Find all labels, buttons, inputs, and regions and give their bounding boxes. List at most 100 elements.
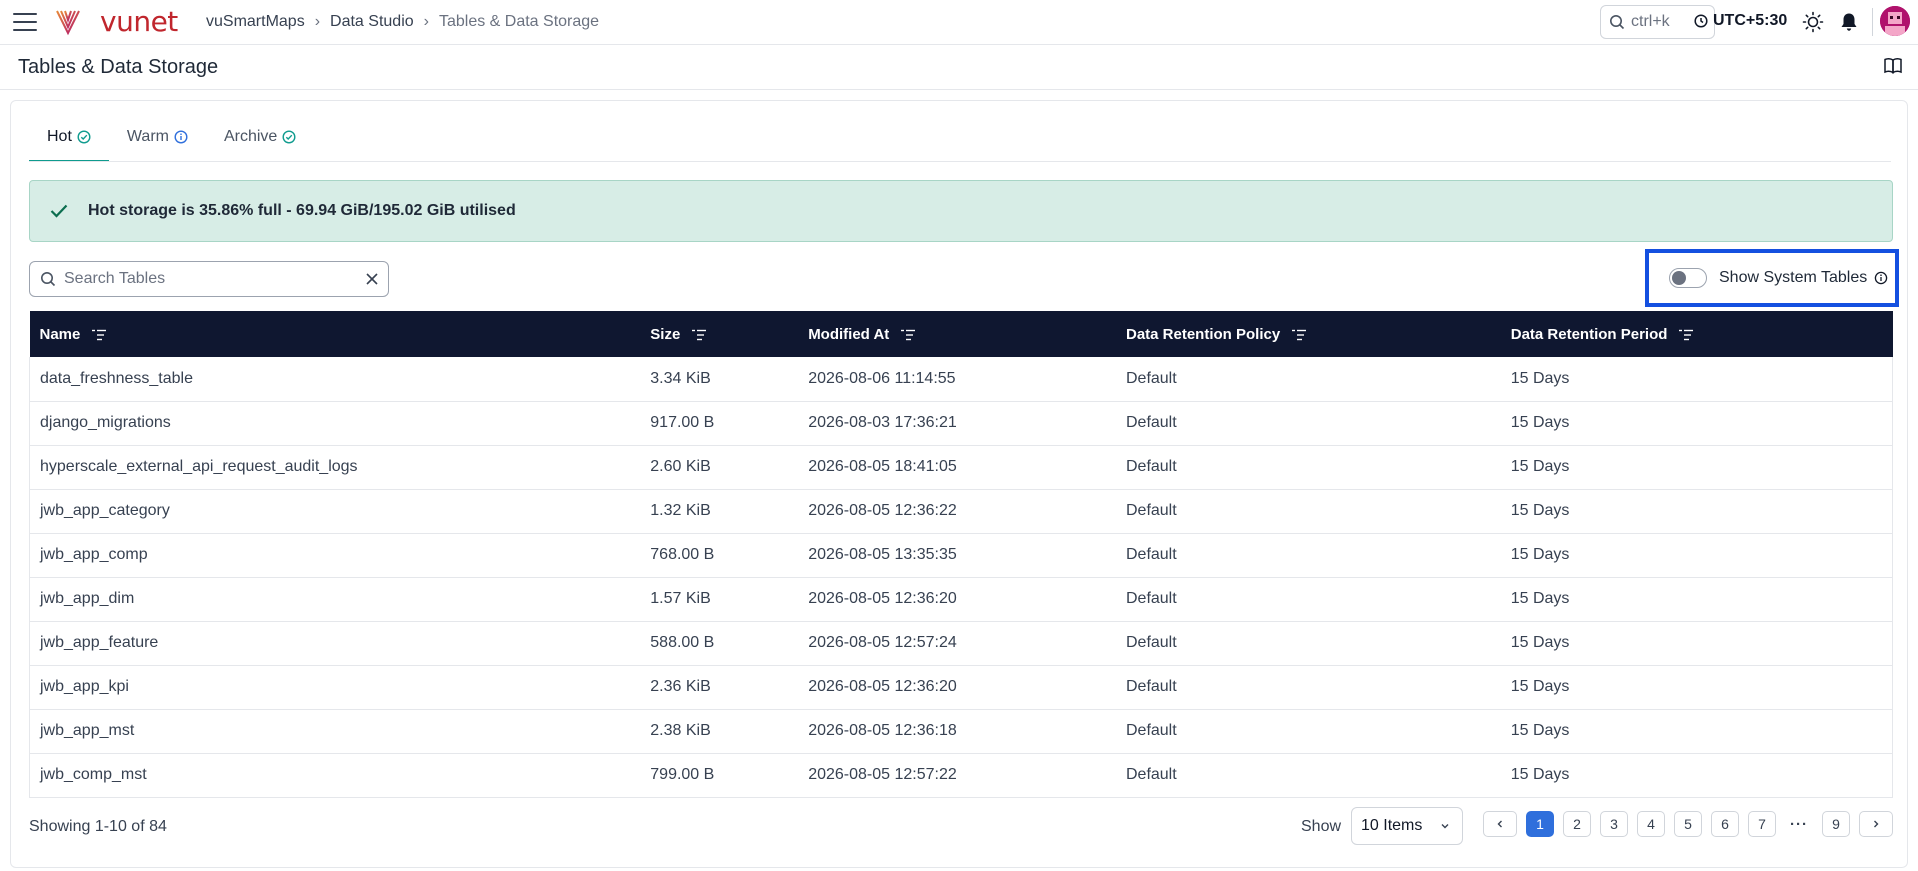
cell-name: jwb_app_category	[29, 489, 641, 534]
prev-page-button[interactable]	[1483, 811, 1517, 837]
hamburger-menu-icon[interactable]	[13, 13, 37, 31]
cell-name: hyperscale_external_api_request_audit_lo…	[29, 445, 641, 490]
sort-icon[interactable]	[692, 329, 707, 341]
showing-count: Showing 1-10 of 84	[29, 818, 167, 835]
column-header-label: Name	[39, 325, 81, 343]
pagination: 1 2 3 4 5 6 7 ··· 9	[1483, 811, 1902, 837]
column-header[interactable]: Modified At	[798, 311, 1116, 357]
show-system-tables-toggle[interactable]	[1669, 268, 1707, 288]
page-button-7[interactable]: 7	[1748, 811, 1776, 837]
cell-modified-at: 2026-08-03 17:36:21	[798, 401, 1116, 446]
cell-name: jwb_app_mst	[29, 709, 641, 754]
timezone-selector[interactable]: UTC+5:30	[1694, 12, 1787, 30]
table-row[interactable]: django_migrations 917.00 B 2026-08-03 17:3…	[29, 401, 1893, 446]
column-header[interactable]: Data Retention Policy	[1115, 311, 1501, 357]
chevron-down-icon	[1441, 824, 1449, 829]
chevron-right-icon	[1874, 820, 1879, 828]
tab-archive[interactable]: Archive	[206, 128, 314, 162]
column-header-label: Modified At	[808, 325, 890, 343]
sort-icon[interactable]	[901, 329, 916, 341]
avatar-icon	[1880, 6, 1910, 36]
close-icon[interactable]	[364, 271, 380, 287]
check-circle-icon	[77, 130, 91, 144]
bell-icon[interactable]	[1838, 11, 1860, 33]
info-icon[interactable]	[1874, 271, 1888, 285]
page-button-4[interactable]: 4	[1637, 811, 1665, 837]
search-shortcut-label: ctrl+k	[1631, 13, 1670, 30]
search-icon	[41, 272, 56, 287]
cell-modified-at: 2026-08-05 12:57:24	[798, 621, 1116, 666]
page-button-5[interactable]: 5	[1674, 811, 1702, 837]
sun-icon[interactable]	[1802, 11, 1824, 33]
sort-icon[interactable]	[1679, 329, 1694, 341]
cell-size: 588.00 B	[640, 621, 799, 666]
cell-retention-policy: Default	[1115, 357, 1501, 402]
clock-icon	[1694, 14, 1708, 28]
cell-size: 1.57 KiB	[640, 577, 799, 622]
page-button-1[interactable]: 1	[1526, 811, 1554, 837]
cell-retention-period: 15 Days	[1500, 621, 1893, 666]
column-header[interactable]: Name	[29, 311, 641, 357]
cell-retention-policy: Default	[1115, 533, 1501, 578]
table-row[interactable]: data_freshness_table 3.34 KiB 2026-08-06 1…	[29, 357, 1893, 402]
sort-icon[interactable]	[1292, 329, 1307, 341]
cell-retention-policy: Default	[1115, 489, 1501, 534]
cell-name: jwb_app_dim	[29, 577, 641, 622]
cell-modified-at: 2026-08-05 12:36:22	[798, 489, 1116, 534]
check-icon	[50, 204, 68, 218]
cell-modified-at: 2026-08-05 12:36:18	[798, 709, 1116, 754]
cell-name: jwb_app_kpi	[29, 665, 641, 710]
column-header[interactable]: Size	[640, 311, 799, 357]
cell-size: 917.00 B	[640, 401, 799, 446]
user-avatar[interactable]	[1880, 6, 1910, 36]
cell-name: jwb_comp_mst	[29, 753, 641, 798]
vunet-logo-text: vunet	[100, 5, 178, 38]
cell-size: 799.00 B	[640, 753, 799, 798]
table-row[interactable]: jwb_app_category 1.32 KiB 2026-08-05 12:36…	[29, 489, 1893, 534]
breadcrumb-vusmartmaps[interactable]: vuSmartMaps	[206, 13, 305, 31]
next-page-button[interactable]	[1859, 811, 1893, 837]
cell-size: 768.00 B	[640, 533, 799, 578]
table-row[interactable]: jwb_app_mst 2.38 KiB 2026-08-05 12:36:18 De…	[29, 709, 1893, 754]
vunet-logo-icon	[56, 10, 80, 36]
tabs-underline	[29, 161, 1891, 162]
cell-size: 1.32 KiB	[640, 489, 799, 534]
tab-warm[interactable]: Warm	[109, 128, 206, 162]
storage-status-alert: Hot storage is 35.86% full - 69.94 GiB/1…	[29, 180, 1893, 242]
pagination-ellipsis: ···	[1790, 815, 1808, 833]
cell-modified-at: 2026-08-05 13:35:35	[798, 533, 1116, 578]
page-button-9[interactable]: 9	[1822, 811, 1850, 837]
column-header-label: Data Retention Period	[1510, 325, 1668, 343]
tables-table: Name Size Modified At Data Retention Policy…	[29, 311, 1893, 798]
tab-hot[interactable]: Hot	[29, 128, 109, 162]
page-button-3[interactable]: 3	[1600, 811, 1628, 837]
table-row[interactable]: jwb_app_kpi 2.36 KiB 2026-08-05 12:36:20 De…	[29, 665, 1893, 710]
cell-size: 2.60 KiB	[640, 445, 799, 490]
cell-name: jwb_app_comp	[29, 533, 641, 578]
table-row[interactable]: hyperscale_external_api_request_audit_lo…	[29, 445, 1893, 490]
column-header[interactable]: Data Retention Period	[1500, 311, 1893, 357]
chevron-left-icon	[1497, 820, 1502, 828]
show-system-tables-control: Show System Tables	[1645, 249, 1899, 307]
book-icon[interactable]	[1883, 57, 1903, 75]
table-row[interactable]: jwb_comp_mst 799.00 B 2026-08-05 12:57:22 D…	[29, 753, 1893, 798]
cell-modified-at: 2026-08-05 12:36:20	[798, 665, 1116, 710]
table-row[interactable]: jwb_app_feature 588.00 B 2026-08-05 12:57:…	[29, 621, 1893, 666]
show-label: Show	[1301, 818, 1342, 835]
cell-retention-period: 15 Days	[1500, 401, 1893, 446]
page-button-2[interactable]: 2	[1563, 811, 1591, 837]
cell-name: django_migrations	[29, 401, 641, 446]
cell-retention-policy: Default	[1115, 709, 1501, 754]
show-system-tables-label: Show System Tables	[1719, 269, 1868, 286]
breadcrumb-data-studio[interactable]: Data Studio	[330, 13, 414, 31]
search-tables-input[interactable]	[64, 270, 354, 288]
tab-archive-label: Archive	[223, 128, 278, 145]
cell-retention-period: 15 Days	[1500, 445, 1893, 490]
table-row[interactable]: jwb_app_dim 1.57 KiB 2026-08-05 12:36:20 De…	[29, 577, 1893, 622]
table-row[interactable]: jwb_app_comp 768.00 B 2026-08-05 13:35:35 D…	[29, 533, 1893, 578]
sort-icon[interactable]	[92, 329, 107, 341]
page-title: Tables & Data Storage	[18, 56, 219, 78]
timezone-label: UTC+5:30	[1713, 12, 1788, 29]
page-button-6[interactable]: 6	[1711, 811, 1739, 837]
items-per-page-select[interactable]: 10 Items	[1351, 807, 1463, 845]
